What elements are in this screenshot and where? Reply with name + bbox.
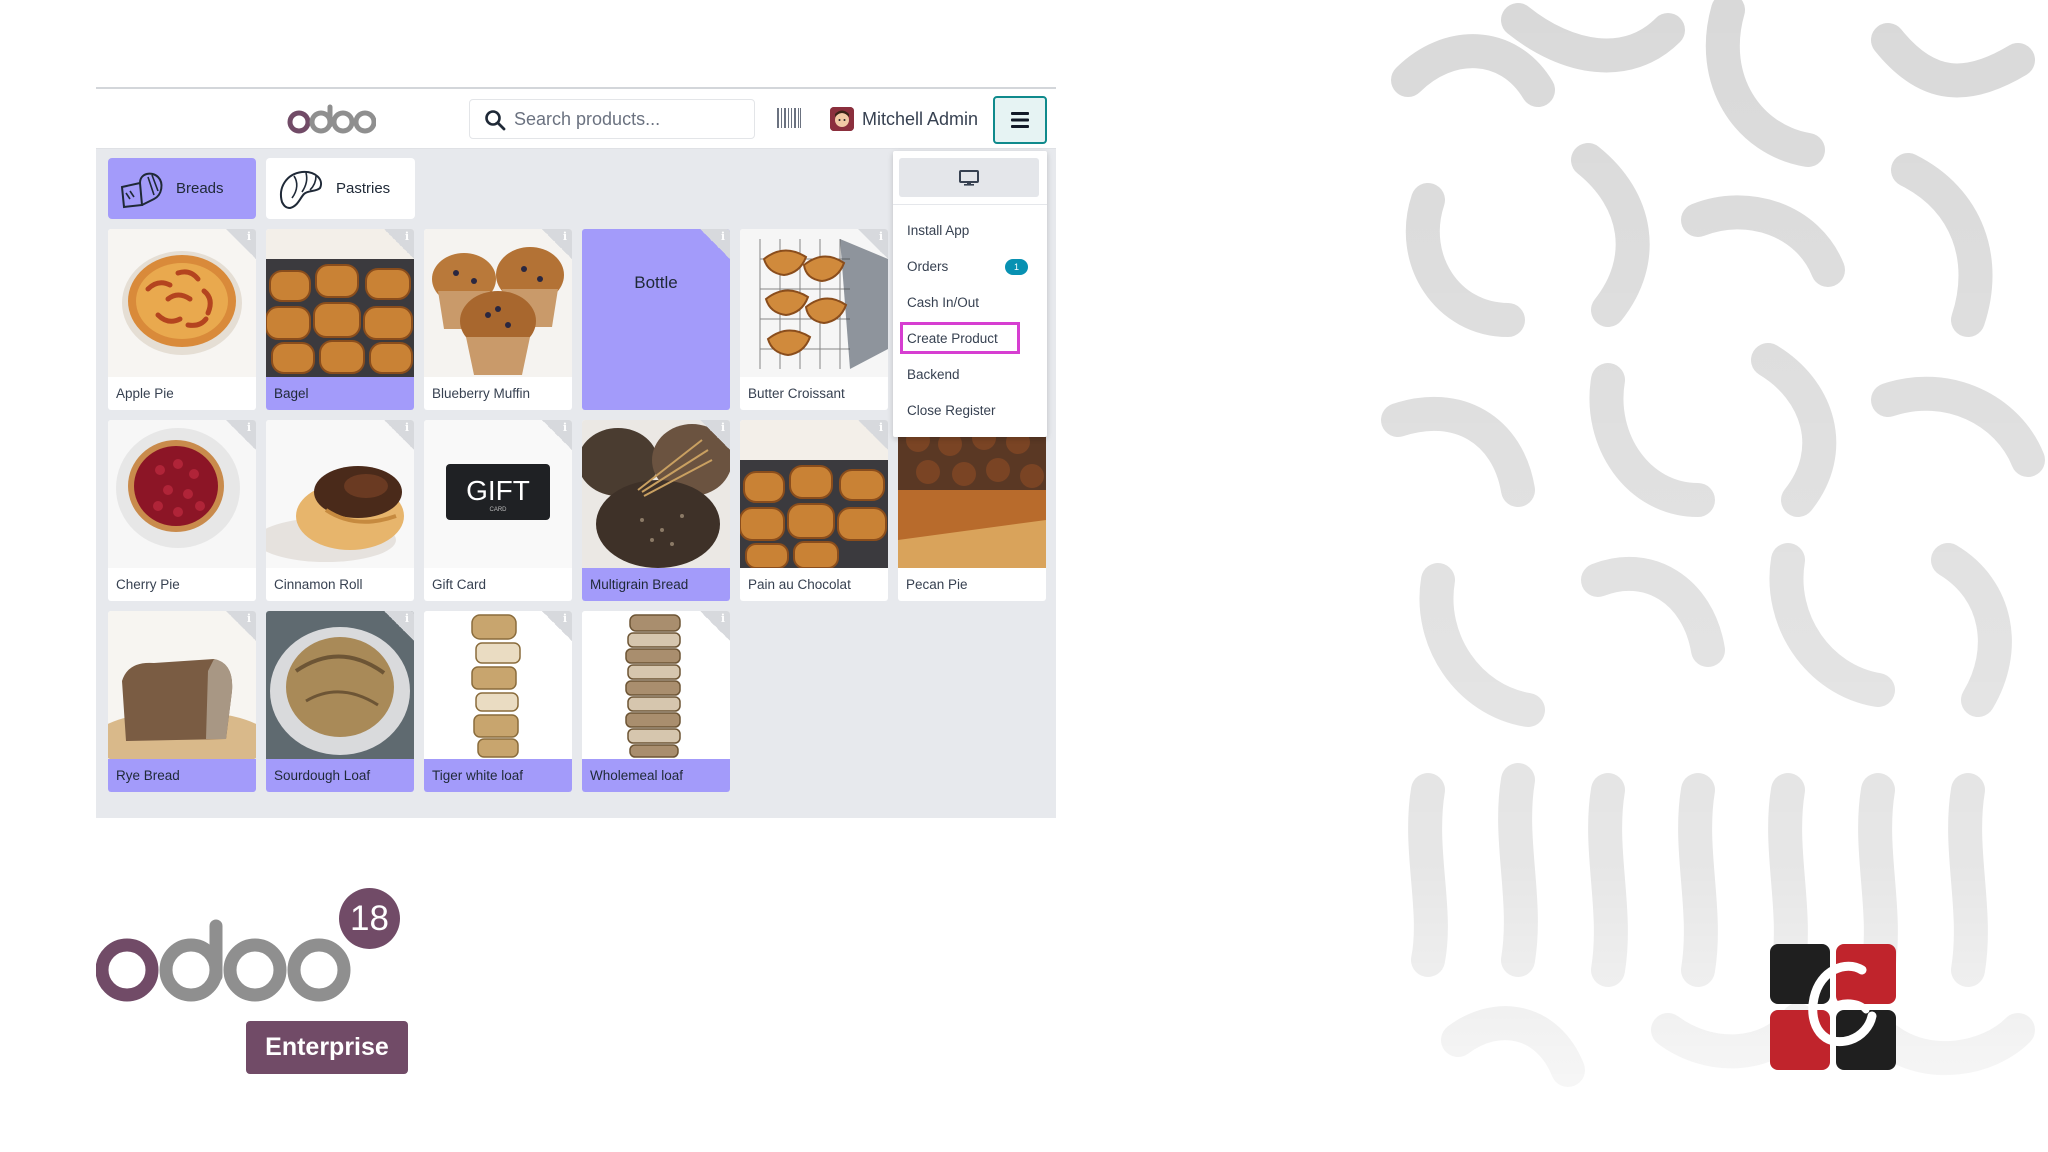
product-card[interactable]: i Multigrain Bread bbox=[582, 420, 730, 601]
product-name: Bottle bbox=[634, 273, 678, 292]
product-card[interactable]: i Tiger white loaf bbox=[424, 611, 572, 792]
product-info-icon[interactable]: i bbox=[858, 420, 888, 450]
product-name: Pecan Pie bbox=[906, 577, 968, 592]
monitor-icon bbox=[959, 169, 979, 186]
product-name: Apple Pie bbox=[116, 386, 174, 401]
product-card[interactable]: i Pain au Chocolat bbox=[740, 420, 888, 601]
product-card[interactable]: i Cherry Pie bbox=[108, 420, 256, 601]
avatar bbox=[830, 107, 854, 131]
product-name: Sourdough Loaf bbox=[266, 759, 414, 792]
menu-item-backend[interactable]: Backend bbox=[893, 359, 1047, 389]
product-card[interactable]: i Apple Pie bbox=[108, 229, 256, 410]
product-card[interactable]: Pecan Pie bbox=[898, 420, 1046, 601]
product-info-icon[interactable]: i bbox=[700, 420, 730, 450]
product-name: Rye Bread bbox=[108, 759, 256, 792]
category-label: Pastries bbox=[336, 180, 391, 197]
product-name: Blueberry Muffin bbox=[432, 386, 531, 401]
gift-card-title: GIFT bbox=[466, 475, 530, 506]
product-name: Bagel bbox=[266, 377, 414, 410]
product-image bbox=[898, 420, 1046, 568]
product-name: Multigrain Bread bbox=[582, 568, 730, 601]
product-info-icon[interactable]: i bbox=[542, 420, 572, 450]
product-name: Wholemeal loaf bbox=[582, 759, 730, 792]
product-card[interactable]: i Wholemeal loaf bbox=[582, 611, 730, 792]
pos-window: Mitchell Admin Breads bbox=[96, 87, 1056, 818]
product-card[interactable]: i Bottle bbox=[582, 229, 730, 410]
menu-item-label: Close Register bbox=[907, 402, 996, 418]
product-card[interactable]: GIFT CARD i Gift Card bbox=[424, 420, 572, 601]
product-info-icon[interactable]: i bbox=[226, 611, 256, 641]
menu-item-label: Orders bbox=[907, 258, 949, 274]
customer-display-button[interactable] bbox=[899, 158, 1039, 197]
product-info-icon[interactable]: i bbox=[542, 229, 572, 259]
edition-badge: Enterprise bbox=[246, 1021, 408, 1074]
barcode-icon[interactable] bbox=[776, 106, 802, 130]
product-card[interactable]: i Bagel bbox=[266, 229, 414, 410]
odoo-logo bbox=[96, 919, 351, 1002]
gift-card-subtitle: CARD bbox=[489, 507, 507, 513]
decorative-pattern bbox=[1368, 0, 2048, 1152]
product-card[interactable]: i Sourdough Loaf bbox=[266, 611, 414, 792]
search-icon bbox=[485, 110, 506, 131]
product-name: Tiger white loaf bbox=[424, 759, 572, 792]
hamburger-icon bbox=[1011, 112, 1029, 128]
menu-item-label: Install App bbox=[907, 222, 970, 238]
odoo-logo bbox=[287, 104, 376, 134]
menu-item-close-register[interactable]: Close Register bbox=[893, 395, 1047, 425]
category-breads[interactable]: Breads bbox=[108, 158, 256, 219]
brand-logo bbox=[1770, 944, 1896, 1070]
product-name: Cherry Pie bbox=[116, 577, 180, 592]
product-name: Gift Card bbox=[432, 577, 487, 592]
menu-item-orders[interactable]: Orders 1 bbox=[893, 251, 1047, 281]
product-card[interactable]: i Blueberry Muffin bbox=[424, 229, 572, 410]
product-info-icon[interactable]: i bbox=[700, 611, 730, 641]
bread-icon bbox=[120, 172, 163, 208]
hamburger-menu-button[interactable] bbox=[993, 96, 1047, 144]
product-card[interactable]: i Cinnamon Roll bbox=[266, 420, 414, 601]
orders-count-badge: 1 bbox=[1005, 259, 1028, 275]
menu-item-label: Backend bbox=[907, 366, 960, 382]
menu-item-label: Cash In/Out bbox=[907, 294, 980, 310]
croissant-icon bbox=[280, 170, 322, 209]
user-menu-button[interactable]: Mitchell Admin bbox=[830, 103, 978, 135]
product-info-icon[interactable]: i bbox=[858, 229, 888, 259]
category-pastries[interactable]: Pastries bbox=[266, 158, 415, 219]
product-info-icon[interactable]: i bbox=[226, 420, 256, 450]
product-card[interactable]: i Butter Croissant bbox=[740, 229, 888, 410]
product-info-icon[interactable]: i bbox=[384, 420, 414, 450]
product-name: Pain au Chocolat bbox=[748, 577, 851, 592]
menu-item-install-app[interactable]: Install App bbox=[893, 215, 1047, 245]
product-card[interactable]: i Rye Bread bbox=[108, 611, 256, 792]
menu-item-cash-in-out[interactable]: Cash In/Out bbox=[893, 287, 1047, 317]
category-label: Breads bbox=[176, 180, 224, 197]
product-info-icon[interactable]: i bbox=[226, 229, 256, 259]
product-info-icon[interactable]: i bbox=[542, 611, 572, 641]
hamburger-dropdown-menu: Install App Orders 1 Cash In/Out Create … bbox=[893, 151, 1047, 437]
product-info-icon[interactable]: i bbox=[700, 229, 730, 259]
product-info-icon[interactable]: i bbox=[384, 229, 414, 259]
product-name: Cinnamon Roll bbox=[274, 577, 363, 592]
search-box[interactable] bbox=[469, 99, 755, 139]
search-input[interactable] bbox=[514, 100, 750, 138]
pos-header: Mitchell Admin bbox=[96, 89, 1056, 149]
product-info-icon[interactable]: i bbox=[384, 611, 414, 641]
slide: Mitchell Admin Breads bbox=[0, 0, 2048, 1152]
menu-item-label: Create Product bbox=[907, 330, 998, 346]
menu-divider bbox=[893, 204, 1047, 205]
version-badge: 18 bbox=[339, 888, 400, 949]
product-name: Butter Croissant bbox=[748, 386, 845, 401]
user-name: Mitchell Admin bbox=[862, 108, 979, 129]
menu-item-create-product[interactable]: Create Product bbox=[900, 322, 1020, 354]
